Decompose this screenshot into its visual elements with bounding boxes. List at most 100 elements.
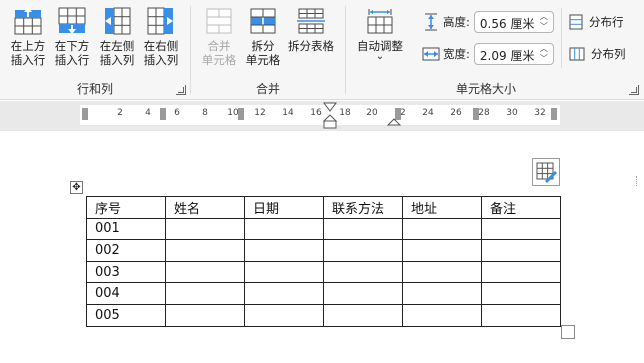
cell-height-row: 高度: 0.56 厘米 ︿ ﹀ (422, 11, 554, 33)
chevron-up-icon[interactable]: ︿ (540, 13, 548, 21)
insert-column-right-icon (147, 7, 173, 35)
table-row: 004 (86, 282, 561, 305)
table-row: 005 (86, 303, 561, 327)
table-edit-icon (536, 162, 557, 183)
split-cells-label: 拆分 单元格 (245, 39, 281, 67)
table-cell[interactable] (244, 217, 324, 241)
table-header-cell[interactable]: 序号 (86, 196, 166, 219)
split-table-label: 拆分表格 (288, 39, 334, 53)
table-cell[interactable] (402, 303, 482, 327)
chevron-down-icon[interactable]: ﹀ (540, 55, 548, 63)
merge-group-label: 合并 (255, 82, 280, 96)
cell-width-value: 2.09 厘米 (479, 49, 535, 63)
table-cell[interactable] (165, 260, 245, 284)
insert-column-right-label: 在右侧 插入列 (143, 39, 179, 67)
cell-height-stepper[interactable]: ︿ ﹀ (539, 13, 549, 31)
table-cell[interactable] (481, 239, 561, 262)
table-header-cell[interactable]: 地址 (402, 196, 482, 219)
cell-height-label: 高度: (443, 15, 470, 29)
autofit-button[interactable]: 自动调整 ⌄ (352, 4, 408, 72)
table-cell[interactable] (165, 282, 245, 305)
insert-column-left-icon (105, 7, 131, 35)
table-row: 002 (86, 239, 561, 262)
insert-column-left-button[interactable]: 在左侧 插入列 (95, 4, 139, 72)
insert-column-right-button[interactable]: 在右侧 插入列 (139, 4, 183, 72)
data-table: 序号 姓名 日期 联系方法 地址 备注 001 002 003 004 005 (86, 196, 561, 327)
table-cell[interactable] (323, 303, 403, 327)
merge-cells-button[interactable]: 合并 单元格 (197, 4, 241, 72)
table-cell[interactable] (481, 217, 561, 241)
table-cell[interactable] (402, 282, 482, 305)
cell-height-input[interactable]: 0.56 厘米 ︿ ﹀ (473, 11, 554, 33)
split-table-button[interactable]: 拆分表格 (285, 4, 337, 72)
chevron-up-icon[interactable]: ︿ (540, 45, 548, 53)
margin-marker (636, 176, 640, 186)
table-cell[interactable] (323, 239, 403, 262)
table-cell[interactable] (244, 260, 324, 284)
table-cell[interactable] (244, 239, 324, 262)
table-cell[interactable]: 004 (86, 282, 166, 305)
table-header-cell[interactable]: 备注 (481, 196, 561, 219)
table-cell[interactable] (323, 282, 403, 305)
table-cell[interactable] (244, 303, 324, 327)
group-separator (190, 6, 191, 94)
insert-row-below-button[interactable]: 在下方 插入行 (50, 4, 94, 72)
insert-row-above-icon (14, 7, 42, 35)
table-header-cell[interactable]: 日期 (244, 196, 324, 219)
table-cell[interactable] (323, 217, 403, 241)
distribute-rows-icon (569, 14, 583, 30)
insert-row-below-icon (58, 7, 86, 34)
table-cell[interactable] (323, 260, 403, 284)
table-cell[interactable] (402, 217, 482, 241)
table-cell[interactable] (481, 303, 561, 327)
table-row: 003 (86, 260, 561, 284)
cell-width-stepper[interactable]: ︿ ﹀ (539, 45, 549, 63)
table-cell[interactable]: 001 (86, 217, 166, 241)
merge-cells-label: 合并 单元格 (201, 39, 237, 67)
cell-size-group-label: 单元格大小 (455, 82, 516, 96)
group-separator (561, 8, 562, 68)
table-move-handle-icon[interactable]: ✥ (70, 181, 83, 194)
split-table-icon (297, 8, 325, 34)
distribute-columns-button[interactable]: 分布列 (569, 46, 626, 62)
autofit-icon (367, 9, 393, 34)
table-cell[interactable]: 003 (86, 260, 166, 284)
table-cell[interactable] (165, 239, 245, 262)
table-header-cell[interactable]: 联系方法 (323, 196, 403, 219)
insert-row-above-button[interactable]: 在上方 插入行 (6, 4, 50, 72)
table-cell[interactable] (481, 260, 561, 284)
chevron-down-icon: ⌄ (375, 51, 385, 62)
cell-width-row: 宽度: 2.09 厘米 ︿ ﹀ (422, 43, 554, 65)
distribute-rows-button[interactable]: 分布行 (569, 14, 624, 30)
table-resize-handle[interactable] (561, 325, 575, 339)
group-separator (345, 6, 346, 94)
cell-width-input[interactable]: 2.09 厘米 ︿ ﹀ (473, 43, 554, 65)
rows-columns-group-label: 行和列 (76, 82, 113, 96)
distribute-columns-label: 分布列 (591, 47, 626, 61)
table-cell[interactable]: 005 (86, 303, 166, 327)
table-header-row: 序号 姓名 日期 联系方法 地址 备注 (86, 196, 561, 219)
table-cell[interactable] (165, 217, 245, 241)
table-cell[interactable] (402, 260, 482, 284)
cell-size-launcher-icon[interactable] (629, 85, 639, 95)
split-cells-button[interactable]: 拆分 单元格 (241, 4, 285, 72)
cell-height-value: 0.56 厘米 (479, 17, 535, 31)
table-row: 001 (86, 217, 561, 241)
insert-row-above-label: 在上方 插入行 (10, 39, 46, 67)
table-cell[interactable] (244, 282, 324, 305)
chevron-down-icon[interactable]: ﹀ (540, 23, 548, 31)
distribute-rows-label: 分布行 (589, 15, 624, 29)
table-cell[interactable] (165, 303, 245, 327)
column-width-icon (422, 47, 440, 61)
table-cell[interactable] (481, 282, 561, 305)
merge-cells-icon (206, 8, 232, 34)
table-layout-floating-button[interactable] (532, 158, 560, 186)
table-header-cell[interactable]: 姓名 (165, 196, 245, 219)
insert-column-left-label: 在左侧 插入列 (99, 39, 135, 67)
rows-columns-launcher-icon[interactable] (176, 85, 186, 95)
row-height-icon (425, 13, 437, 31)
table-cell[interactable] (402, 239, 482, 262)
ribbon: 在上方 插入行 在下方 插入行 在左侧 插入列 在右侧 插入列 行和列 合并 单… (0, 0, 644, 100)
table-cell[interactable]: 002 (86, 239, 166, 262)
distribute-columns-icon (569, 47, 585, 61)
